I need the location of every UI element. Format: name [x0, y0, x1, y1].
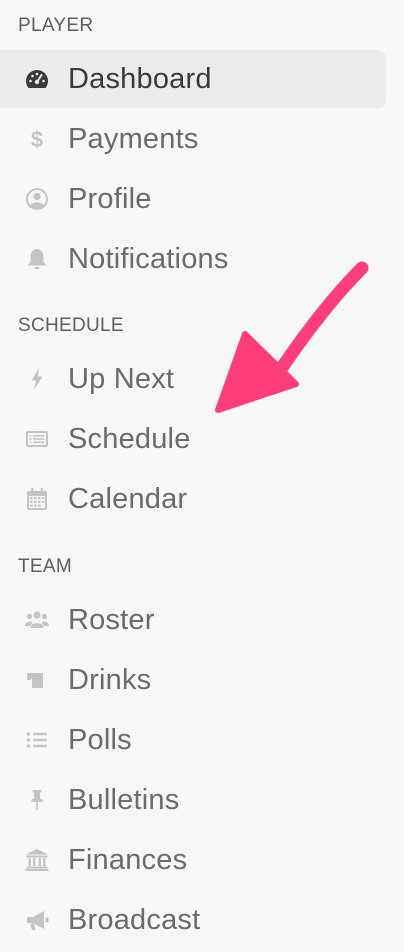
bell-icon — [24, 246, 50, 272]
sidebar-item-drinks[interactable]: Drinks — [0, 651, 386, 709]
sidebar-item-up-next[interactable]: Up Next — [0, 350, 386, 408]
sidebar-item-label: Polls — [68, 723, 132, 756]
pin-icon — [24, 787, 50, 813]
sidebar-item-label: Finances — [68, 843, 188, 876]
mug-icon — [24, 667, 50, 693]
sidebar-item-label: Payments — [68, 122, 199, 155]
sidebar-item-label: Up Next — [68, 362, 175, 395]
svg-text:$: $ — [31, 127, 43, 152]
sidebar-item-label: Notifications — [68, 242, 229, 275]
megaphone-icon — [24, 907, 50, 933]
sidebar-item-label: Bulletins — [68, 783, 180, 816]
dashboard-icon — [24, 66, 50, 92]
sidebar-item-roster[interactable]: Roster — [0, 591, 386, 649]
sidebar-item-label: Broadcast — [68, 903, 201, 936]
bank-icon — [24, 847, 50, 873]
section-header-team: TEAM — [18, 556, 72, 577]
section-header-schedule: SCHEDULE — [18, 315, 124, 336]
list-card-icon — [24, 426, 50, 452]
calendar-icon — [24, 486, 50, 512]
sidebar-item-polls[interactable]: Polls — [0, 711, 386, 769]
sidebar-item-label: Roster — [68, 603, 155, 636]
sidebar-item-profile[interactable]: Profile — [0, 170, 386, 228]
sidebar-item-broadcast[interactable]: Broadcast — [0, 891, 386, 949]
sidebar-item-notifications[interactable]: Notifications — [0, 230, 386, 288]
list-icon — [24, 727, 50, 753]
sidebar-item-label: Profile — [68, 182, 152, 215]
dollar-icon: $ — [24, 126, 50, 152]
sidebar-item-label: Dashboard — [68, 62, 212, 95]
sidebar-item-dashboard[interactable]: Dashboard — [0, 50, 386, 108]
sidebar-item-label: Drinks — [68, 663, 152, 696]
sidebar-item-schedule[interactable]: Schedule — [0, 410, 386, 468]
sidebar-item-bulletins[interactable]: Bulletins — [0, 771, 386, 829]
lightning-icon — [24, 366, 50, 392]
section-header-player: PLAYER — [18, 15, 94, 36]
sidebar-item-label: Schedule — [68, 422, 191, 455]
sidebar-item-payments[interactable]: $ Payments — [0, 110, 386, 168]
group-icon — [24, 607, 50, 633]
sidebar-item-label: Calendar — [68, 482, 188, 515]
sidebar-item-calendar[interactable]: Calendar — [0, 470, 386, 528]
profile-icon — [24, 186, 50, 212]
sidebar-nav: PLAYER Dashboard $ Payments Profile Noti… — [0, 0, 404, 952]
sidebar-item-finances[interactable]: Finances — [0, 831, 386, 889]
